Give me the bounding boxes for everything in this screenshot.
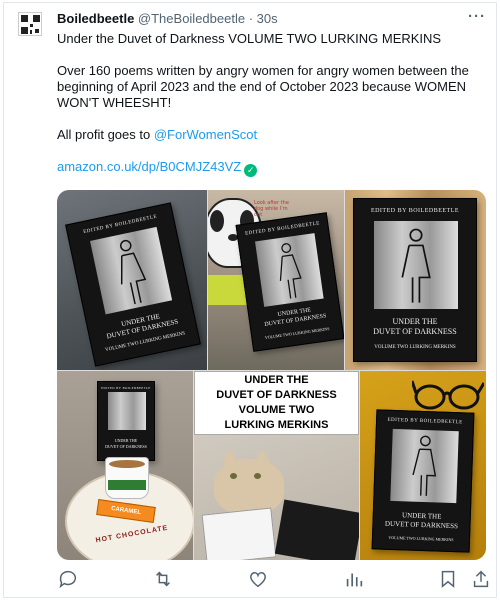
woman-figure-icon xyxy=(412,435,437,496)
glasses-icon xyxy=(412,380,484,410)
book-subtitle: VOLUME TWO LURKING MERKINS xyxy=(388,534,454,543)
avatar[interactable] xyxy=(18,12,42,36)
separator: · xyxy=(248,11,254,26)
book-edited-by: EDITED BY BOILEDBEETLE xyxy=(370,208,460,214)
tweet-text: Under the Duvet of Darkness VOLUME TWO L… xyxy=(57,31,477,193)
tweet-header: Boiledbeetle @TheBoiledbeetle · 30s xyxy=(57,11,278,26)
share-icon[interactable] xyxy=(470,568,492,590)
woman-figure-icon xyxy=(401,228,431,303)
tweet-line-profit: All profit goes to @ForWomenScot xyxy=(57,127,477,143)
book-cover: EDITED BY BOILEDBEETLE UNDER THE DUVET O… xyxy=(353,198,477,362)
media-collage[interactable]: EDITED BY BOILEDBEETLE UNDER THE DUVET O… xyxy=(57,190,486,560)
caption-line-2: DUVET OF DARKNESS xyxy=(216,389,337,401)
retweet-icon[interactable] xyxy=(152,568,174,590)
tweet-line-title: Under the Duvet of Darkness VOLUME TWO L… xyxy=(57,31,442,46)
note-text: Look after the dog while I’m out xyxy=(254,200,289,218)
book-cover: EDITED BY BOILEDBEETLE UNDER THE DUVET O… xyxy=(235,212,344,352)
book-title-1: UNDER THE xyxy=(114,438,138,443)
plate-text: HOT CHOCOLATE xyxy=(95,524,169,545)
more-horizontal-icon[interactable]: ··· xyxy=(468,8,486,25)
views-icon[interactable] xyxy=(343,568,365,590)
cat xyxy=(214,449,284,514)
book-subtitle: VOLUME TWO LURKING MERKINS xyxy=(374,345,456,350)
mention-link[interactable]: @ForWomenScot xyxy=(154,127,257,142)
amazon-link[interactable]: amazon.co.uk/dp/B0CMJZ43VZ xyxy=(57,159,241,174)
tweet-line-description: Over 160 poems written by angry women fo… xyxy=(57,63,469,110)
book-edited-by: EDITED BY BOILEDBEETLE xyxy=(387,417,463,426)
caption-line-4: LURKING MERKINS xyxy=(224,419,329,431)
reply-icon[interactable] xyxy=(57,568,79,590)
book-title-2: DUVET OF DARKNESS xyxy=(373,327,457,336)
book-cover: EDITED BY BOILEDBEETLE UNDER THE DUVET O… xyxy=(65,202,201,367)
title-caption: UNDER THE DUVET OF DARKNESS VOLUME TWO L… xyxy=(194,371,359,435)
timestamp[interactable]: 30s xyxy=(257,11,278,26)
book-edited-by: EDITED BY BOILEDBEETLE xyxy=(101,386,151,390)
photo-book-dog[interactable]: Look after the dog while I’m out EDITED … xyxy=(208,190,344,370)
bookmark-icon[interactable] xyxy=(437,568,459,590)
book-cover: EDITED BY BOILEDBEETLE UNDER THE DUVET O… xyxy=(97,381,155,461)
photo-book-blanket[interactable]: EDITED BY BOILEDBEETLE UNDER THE DUVET O… xyxy=(57,190,207,370)
display-name[interactable]: Boiledbeetle xyxy=(57,11,134,26)
check-circle-icon: ✓ xyxy=(244,164,258,177)
book-title-1: UNDER THE xyxy=(392,317,438,326)
photo-book-mug[interactable]: EDITED BY BOILEDBEETLE UNDER THE DUVET O… xyxy=(57,371,193,560)
profit-prefix: All profit goes to xyxy=(57,127,154,142)
tweet-actions xyxy=(0,568,500,590)
photo-book-wood[interactable]: EDITED BY BOILEDBEETLE UNDER THE DUVET O… xyxy=(345,190,486,370)
tweet-line-url: amazon.co.uk/dp/B0CMJZ43VZ ✓ xyxy=(57,159,477,177)
photo-book-glasses[interactable]: EDITED BY BOILEDBEETLE UNDER THE DUVET O… xyxy=(360,371,486,560)
caption-line-3: VOLUME TWO xyxy=(238,404,315,416)
handle[interactable]: @TheBoiledbeetle xyxy=(138,11,245,26)
book-title-2: DUVET OF DARKNESS xyxy=(105,444,147,449)
mug xyxy=(105,457,149,499)
caption-line-1: UNDER THE xyxy=(244,374,309,386)
book-cover: EDITED BY BOILEDBEETLE UNDER THE DUVET O… xyxy=(371,409,475,553)
like-icon[interactable] xyxy=(247,568,269,590)
